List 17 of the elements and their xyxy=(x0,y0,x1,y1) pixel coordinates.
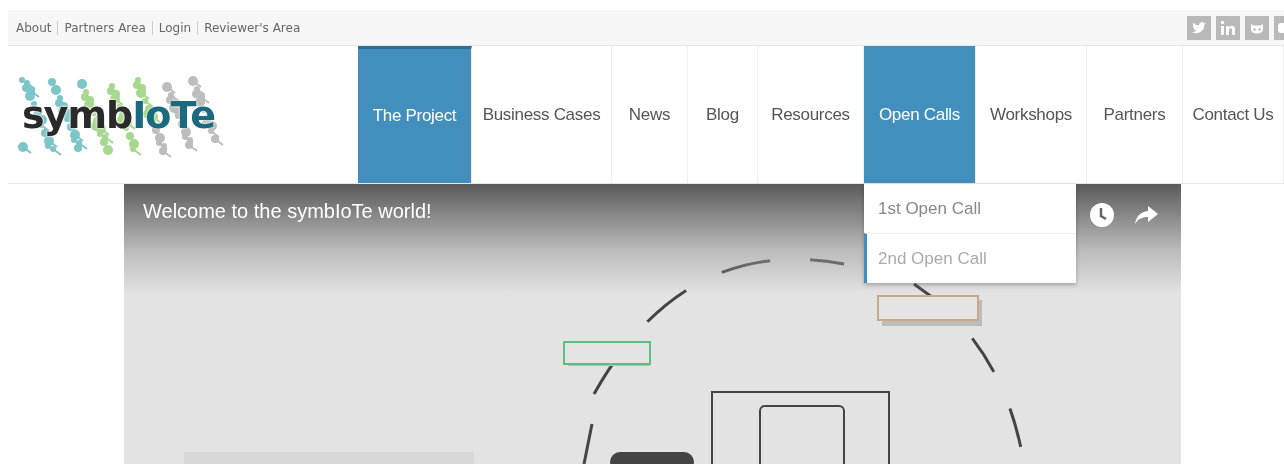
linkedin-icon[interactable] xyxy=(1216,15,1240,40)
top-link[interactable]: About xyxy=(16,20,58,35)
top-link[interactable]: Login xyxy=(152,20,198,35)
nav-tab[interactable]: Business Cases xyxy=(472,46,612,183)
video-title[interactable]: Welcome to the symbIoTe world! xyxy=(143,200,432,223)
clock-icon[interactable] xyxy=(1089,202,1115,228)
nav-tab[interactable]: The Project xyxy=(358,46,472,183)
top-link[interactable]: Reviewer's Area xyxy=(198,20,307,35)
twitter-icon[interactable] xyxy=(1187,15,1211,40)
nav-tab[interactable]: Blog xyxy=(688,46,758,183)
nav-tab[interactable]: Contact Us xyxy=(1183,46,1284,183)
top-link[interactable]: Partners Area xyxy=(58,20,152,35)
nav-tab[interactable]: Partners xyxy=(1087,46,1183,183)
nav-tab[interactable]: Open Calls xyxy=(864,46,976,183)
nav-tab[interactable]: Workshops xyxy=(976,46,1087,183)
nav-tab[interactable]: News xyxy=(612,46,688,183)
dropdown-item[interactable]: 1st Open Call xyxy=(864,184,1076,233)
